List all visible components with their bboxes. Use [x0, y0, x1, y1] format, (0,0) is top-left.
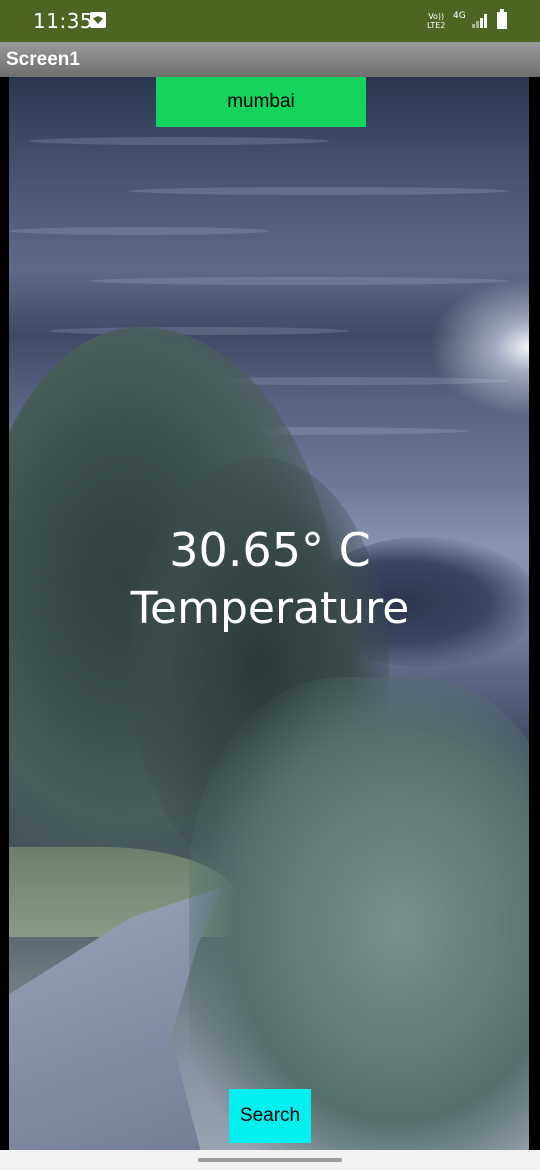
temperature-value: 30.65° C	[169, 523, 371, 577]
status-time: 11:35	[33, 9, 94, 33]
network-type-indicator: 4G	[453, 11, 466, 21]
main-content: 30.65° C Temperature Search	[0, 77, 540, 1150]
navigation-bar	[0, 1150, 540, 1170]
signal-icon	[472, 14, 488, 28]
title-bar: Screen1	[0, 42, 540, 77]
temperature-label: Temperature	[130, 583, 410, 634]
wifi-hotspot-icon	[90, 12, 106, 28]
battery-icon	[497, 9, 507, 29]
volte-indicator: Vo)) LTE2	[427, 12, 446, 30]
city-input[interactable]	[156, 77, 366, 127]
screen-title: Screen1	[6, 49, 80, 70]
status-bar: 11:35 Vo)) LTE2 4G	[0, 0, 540, 42]
home-gesture-handle[interactable]	[198, 1158, 342, 1162]
search-button[interactable]: Search	[229, 1089, 311, 1143]
